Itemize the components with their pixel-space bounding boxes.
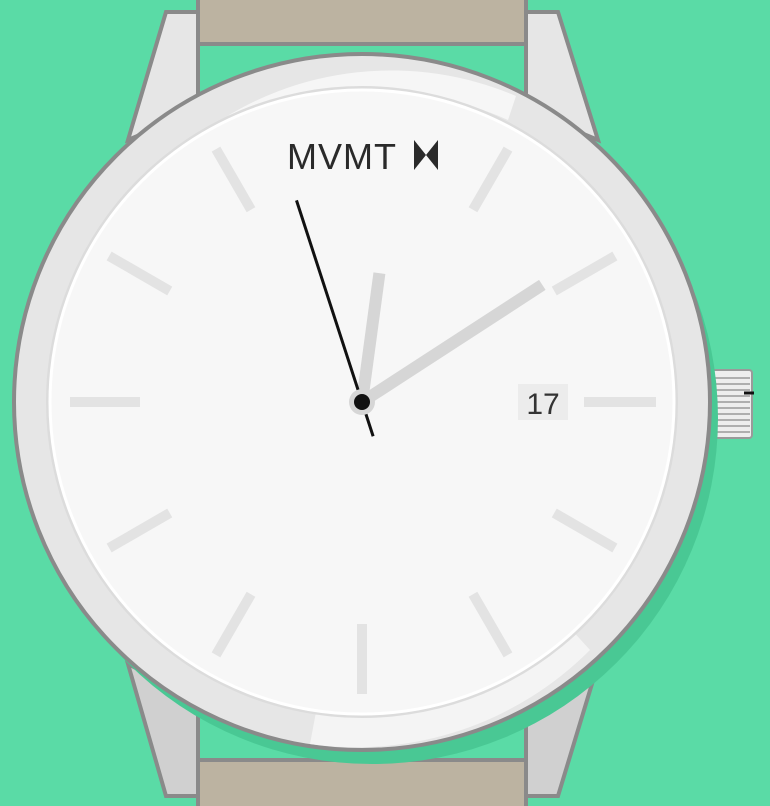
date-value: 17 [526, 388, 559, 421]
center-cap [354, 394, 370, 410]
watch-illustration: MVMT 17 [0, 0, 770, 806]
strap-bottom [196, 758, 528, 806]
strap-top [196, 0, 528, 46]
brand-name: MVMT [287, 136, 397, 177]
